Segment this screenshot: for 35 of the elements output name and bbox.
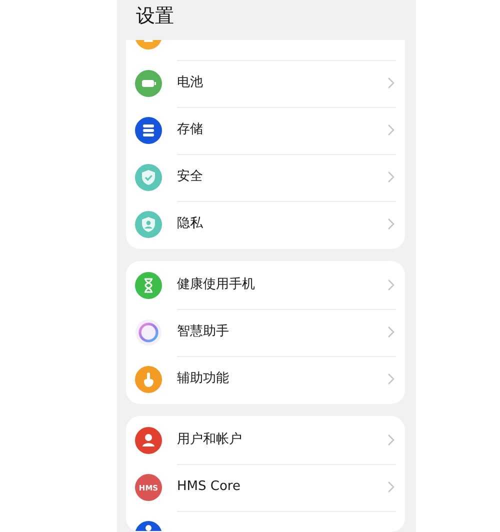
- chevron-icon: [387, 434, 395, 446]
- item-label: 辅助功能: [177, 370, 230, 388]
- settings-item[interactable]: 存储: [126, 106, 405, 154]
- hand-icon: [135, 366, 162, 392]
- settings-item[interactable]: 用户和帐户: [126, 416, 405, 464]
- settings-item[interactable]: 电池: [126, 60, 405, 106]
- chevron-icon: [387, 218, 395, 230]
- chevron-icon: [387, 124, 395, 136]
- settings-item[interactable]: 健康使用手机: [126, 262, 405, 308]
- item-label: 安全: [177, 168, 204, 186]
- page-title: 设置: [136, 4, 175, 29]
- hourglass-icon: [135, 272, 162, 298]
- item-label: 电池: [177, 74, 204, 92]
- chevron-icon: [387, 326, 395, 338]
- settings-item[interactable]: 隐私: [126, 200, 405, 248]
- settings-item[interactable]: 辅助功能: [126, 356, 405, 402]
- ring-icon: [135, 318, 162, 346]
- battery-icon: [135, 70, 162, 96]
- shield-icon: [135, 164, 162, 190]
- chevron-icon: [387, 77, 395, 89]
- user-icon: [135, 426, 162, 454]
- item-label: 健康使用手机: [177, 276, 256, 294]
- item-label: HMS Core: [177, 478, 242, 496]
- chevron-icon: [387, 171, 395, 183]
- storage-icon: [135, 116, 162, 144]
- item-label: 存储: [177, 121, 204, 140]
- settings-item[interactable]: 智慧助手: [126, 308, 405, 356]
- shield-icon: [135, 210, 162, 238]
- chevron-icon: [387, 481, 395, 493]
- chevron-icon: [387, 279, 395, 291]
- item-label: 隐私: [177, 215, 204, 234]
- item-label: 智慧助手: [177, 323, 230, 342]
- item-label: 用户和帐户: [177, 431, 243, 450]
- chevron-icon: [387, 373, 395, 385]
- settings-item[interactable]: 安全: [126, 154, 405, 200]
